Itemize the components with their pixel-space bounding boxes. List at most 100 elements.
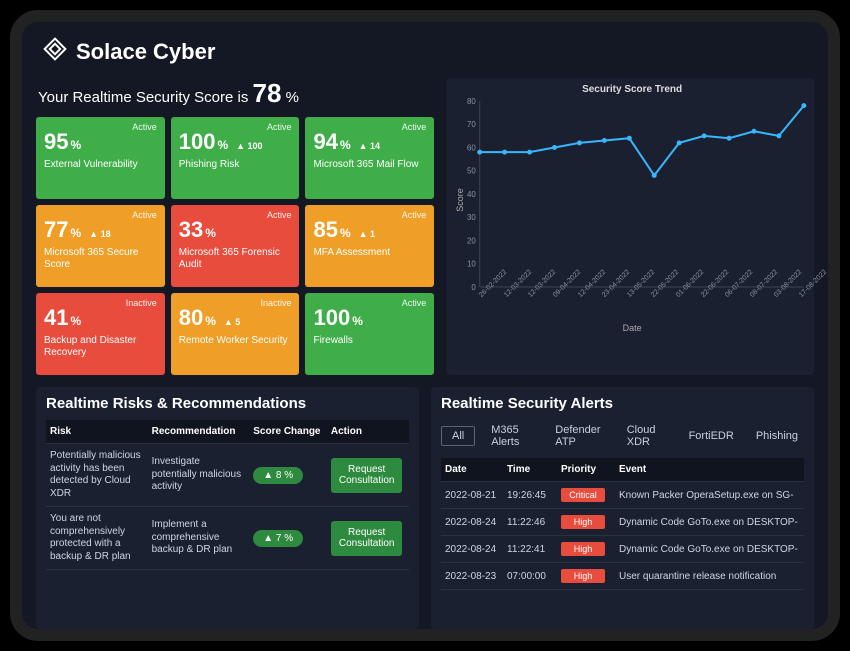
- tile-status: Active: [267, 122, 292, 132]
- alerts-column-header: Date: [441, 458, 503, 482]
- alert-date: 2022-08-21: [441, 482, 503, 509]
- tile-delta: ▲ 5: [224, 317, 240, 327]
- table-row: 2022-08-2307:00:00HighUser quarantine re…: [441, 563, 804, 590]
- alerts-column-header: Time: [503, 458, 557, 482]
- alert-priority: High: [557, 563, 615, 590]
- alerts-table: DateTimePriorityEvent 2022-08-2119:26:45…: [441, 458, 804, 590]
- tablet-frame: Solace Cyber Your Realtime Security Scor…: [10, 10, 840, 641]
- score-tiles-grid: Active95%External VulnerabilityActive100…: [36, 117, 434, 375]
- svg-text:40: 40: [467, 190, 476, 199]
- risk-cell: You are not comprehensively protected wi…: [46, 507, 148, 570]
- risk-cell: Potentially malicious activity has been …: [46, 444, 148, 507]
- score-tile[interactable]: Active95% External Vulnerability: [36, 117, 165, 199]
- score-change-pill: ▲ 7 %: [253, 530, 303, 547]
- alert-event: Known Packer OperaSetup.exe on SG-: [615, 482, 804, 509]
- alert-priority: Critical: [557, 482, 615, 509]
- tile-label: Microsoft 365 Forensic Audit: [179, 247, 292, 271]
- tile-percent: 33%: [179, 217, 292, 243]
- recommendation-cell: Implement a comprehensive backup & DR pl…: [148, 507, 250, 570]
- alerts-column-header: Event: [615, 458, 804, 482]
- svg-text:30: 30: [467, 213, 476, 222]
- alerts-tab[interactable]: Cloud XDR: [621, 420, 673, 452]
- tile-label: Remote Worker Security: [179, 335, 292, 347]
- tile-percent: 95%: [44, 129, 157, 155]
- score-tile[interactable]: Active85%▲ 1MFA Assessment: [305, 205, 434, 287]
- risks-column-header: Score Change: [249, 420, 327, 444]
- alerts-panel: Realtime Security Alerts All M365 Alerts D…: [431, 387, 814, 629]
- table-row: Potentially malicious activity has been …: [46, 444, 409, 507]
- alerts-tab[interactable]: Phishing: [750, 426, 804, 446]
- priority-badge: Critical: [561, 488, 605, 502]
- score-tile[interactable]: Active33% Microsoft 365 Forensic Audit: [171, 205, 300, 287]
- alert-priority: High: [557, 509, 615, 536]
- score-tile[interactable]: Active77%▲ 18Microsoft 365 Secure Score: [36, 205, 165, 287]
- score-tile[interactable]: Active100% Firewalls: [305, 293, 434, 375]
- tile-label: Phishing Risk: [179, 159, 292, 171]
- chart-x-ticks: 26-02-202212-03-202212-03-202209-04-2022…: [454, 294, 810, 301]
- alerts-tab[interactable]: Defender ATP: [549, 420, 610, 452]
- score-tile[interactable]: Inactive80%▲ 5 Remote Worker Security: [171, 293, 300, 375]
- action-cell: RequestConsultation: [327, 444, 409, 507]
- svg-text:20: 20: [467, 236, 476, 245]
- alert-date: 2022-08-23: [441, 563, 503, 590]
- chart-x-axis-label: Date: [623, 323, 642, 333]
- tile-label: Firewalls: [313, 335, 426, 347]
- brand-header: Solace Cyber: [36, 30, 814, 78]
- tile-status: Active: [132, 122, 157, 132]
- svg-text:50: 50: [467, 167, 476, 176]
- risks-title: Realtime Risks & Recommendations: [46, 395, 409, 412]
- tile-percent: 77%▲ 18: [44, 217, 157, 243]
- score-suffix: %: [286, 89, 299, 106]
- request-consultation-button[interactable]: RequestConsultation: [331, 458, 403, 493]
- tile-delta: ▲ 100: [236, 141, 262, 151]
- tile-percent: 80%▲ 5: [179, 305, 292, 331]
- tile-percent: 100%: [313, 305, 426, 331]
- tile-status: Inactive: [126, 298, 157, 308]
- alert-time: 07:00:00: [503, 563, 557, 590]
- score-change-cell: ▲ 7 %: [249, 507, 327, 570]
- alert-date: 2022-08-24: [441, 536, 503, 563]
- risks-panel: Realtime Risks & Recommendations RiskRec…: [36, 387, 419, 629]
- alert-time: 11:22:41: [503, 536, 557, 563]
- table-row: You are not comprehensively protected wi…: [46, 507, 409, 570]
- tile-label: Backup and Disaster Recovery: [44, 335, 157, 359]
- line-chart: 01020304050607080: [454, 95, 810, 293]
- svg-text:80: 80: [467, 97, 476, 106]
- score-heading: Your Realtime Security Score is 78 %: [36, 78, 434, 117]
- tile-label: External Vulnerability: [44, 159, 157, 171]
- alerts-tabs: All M365 Alerts Defender ATP Cloud XDR Forti…: [441, 420, 804, 452]
- alerts-tab[interactable]: All: [441, 426, 475, 446]
- action-cell: RequestConsultation: [327, 507, 409, 570]
- tile-status: Active: [402, 298, 427, 308]
- alerts-tab[interactable]: FortiEDR: [683, 426, 740, 446]
- score-change-cell: ▲ 8 %: [249, 444, 327, 507]
- table-row: 2022-08-2119:26:45CriticalKnown Packer O…: [441, 482, 804, 509]
- priority-badge: High: [561, 569, 605, 583]
- tile-percent: 85%▲ 1: [313, 217, 426, 243]
- brand-logo-icon: [42, 36, 68, 68]
- alert-priority: High: [557, 536, 615, 563]
- score-tile[interactable]: Active100%▲ 100Phishing Risk: [171, 117, 300, 199]
- table-row: 2022-08-2411:22:46HighDynamic Code GoTo.…: [441, 509, 804, 536]
- risks-column-header: Recommendation: [148, 420, 250, 444]
- score-tile[interactable]: Inactive41%Backup and Disaster Recovery: [36, 293, 165, 375]
- tile-status: Active: [402, 122, 427, 132]
- priority-badge: High: [561, 515, 605, 529]
- table-row: 2022-08-2411:22:41HighDynamic Code GoTo.…: [441, 536, 804, 563]
- score-tile[interactable]: Active94%▲ 14Microsoft 365 Mail Flow: [305, 117, 434, 199]
- chart-panel: Security Score Trend Score 0102030405060…: [446, 78, 814, 375]
- svg-text:70: 70: [467, 120, 476, 129]
- tile-status: Active: [267, 210, 292, 220]
- tile-delta: ▲ 1: [359, 229, 375, 239]
- alerts-tab[interactable]: M365 Alerts: [485, 420, 539, 452]
- chart-title: Security Score Trend: [454, 84, 810, 95]
- score-value: 78: [253, 78, 282, 108]
- risks-table: RiskRecommendationScore ChangeAction Pot…: [46, 420, 409, 570]
- svg-text:60: 60: [467, 143, 476, 152]
- alerts-title: Realtime Security Alerts: [441, 395, 804, 412]
- tile-label: Microsoft 365 Mail Flow: [313, 159, 426, 171]
- tile-status: Inactive: [260, 298, 291, 308]
- alerts-column-header: Priority: [557, 458, 615, 482]
- alert-date: 2022-08-24: [441, 509, 503, 536]
- request-consultation-button[interactable]: RequestConsultation: [331, 521, 403, 556]
